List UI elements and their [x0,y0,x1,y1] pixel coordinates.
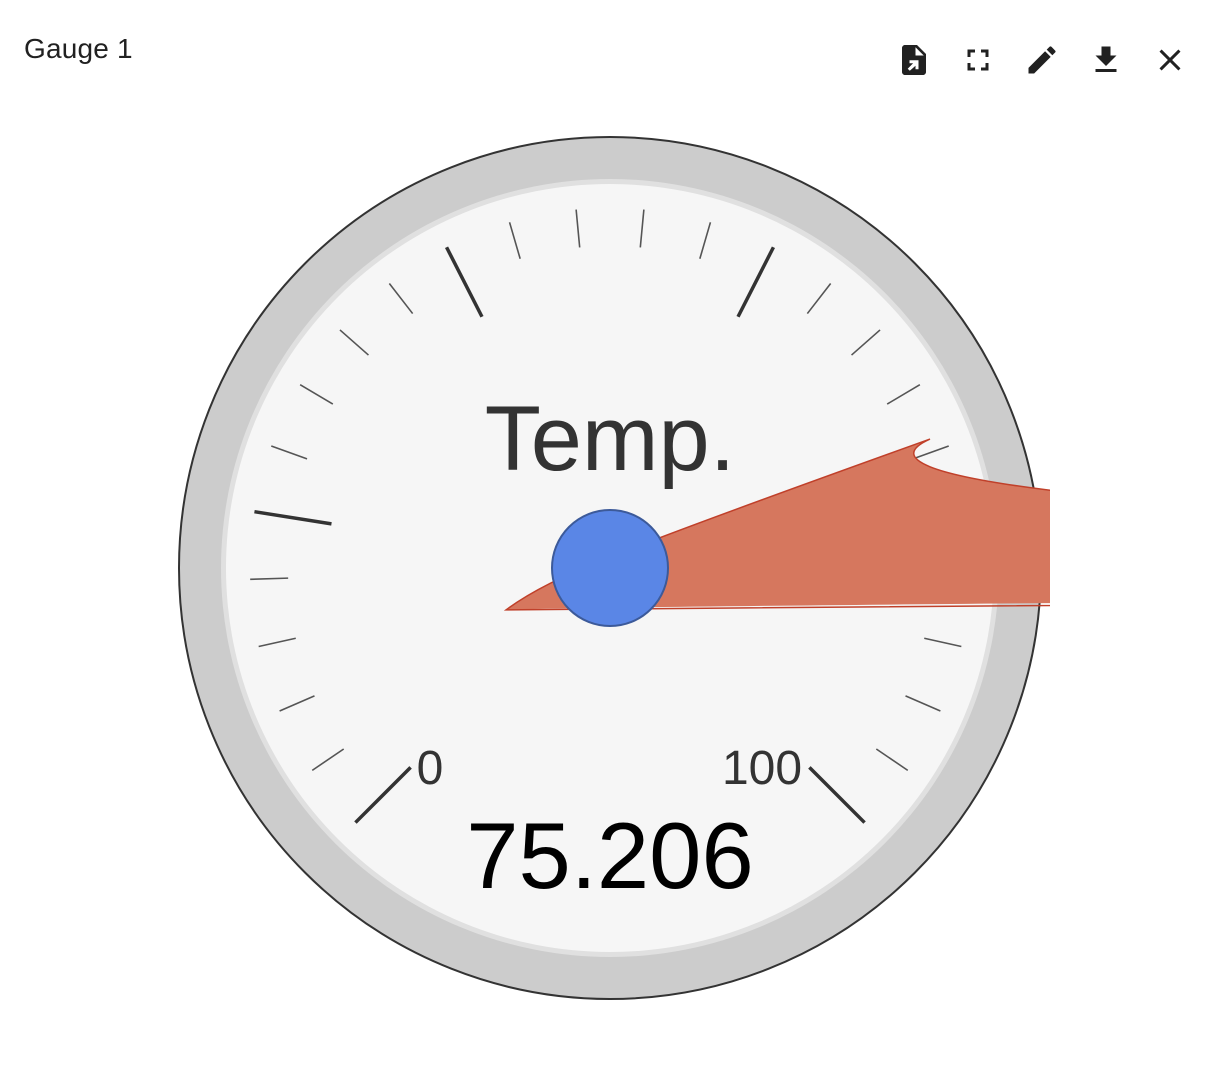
fullscreen-icon [967,49,989,71]
gauge-label: Temp. [485,388,736,490]
gauge-svg: Temp. 0 100 75.206 [178,136,1050,1000]
gauge-hub [551,509,669,627]
gauge-value-readout: 75.206 [466,803,754,908]
fullscreen-button[interactable] [954,36,1002,84]
panel-toolbar [890,36,1194,84]
pencil-icon [1028,46,1056,74]
close-icon [1159,49,1181,71]
gauge-min-label: 0 [417,742,444,795]
panel-title: Gauge 1 [24,33,133,64]
gauge-chart: Temp. 0 100 75.206 [170,128,1050,1008]
download-button[interactable] [1082,36,1130,84]
export-file-icon [902,45,926,75]
export-data-button[interactable] [890,36,938,84]
edit-button[interactable] [1018,36,1066,84]
close-button[interactable] [1146,36,1194,84]
download-icon [1095,46,1117,72]
gauge-panel: Gauge 1 Temp. 0 100 75.206 [0,0,1220,1066]
gauge-max-label: 100 [722,742,802,795]
